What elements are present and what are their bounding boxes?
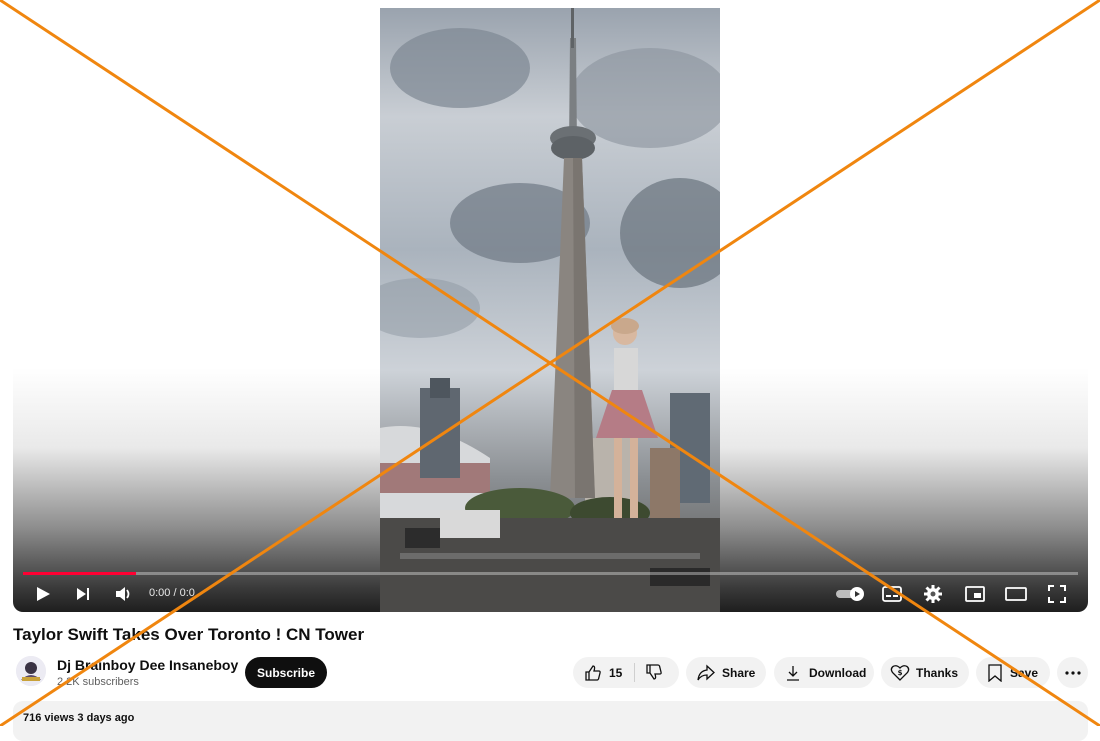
download-label: Download	[809, 665, 867, 680]
thanks-label: Thanks	[916, 665, 959, 680]
settings-icon	[924, 585, 942, 603]
like-dislike-group: 15	[573, 657, 679, 688]
channel-avatar[interactable]	[16, 656, 46, 686]
more-actions-button[interactable]	[1057, 657, 1088, 688]
download-icon	[787, 665, 799, 681]
more-horizontal-icon	[1064, 670, 1081, 675]
save-button[interactable]: Save	[976, 657, 1050, 688]
miniplayer-icon	[965, 586, 985, 602]
volume-button[interactable]	[112, 582, 136, 606]
subtitles-icon	[882, 586, 902, 602]
fullscreen-button[interactable]	[1045, 582, 1069, 606]
avatar-image	[16, 656, 46, 686]
next-button[interactable]	[71, 582, 95, 606]
autoplay-toggle-icon	[836, 587, 864, 601]
time-display: 0:00 / 0:0	[149, 587, 195, 599]
views-and-date: 716 views 3 days ago	[23, 712, 135, 724]
volume-icon	[116, 587, 130, 601]
subtitles-button[interactable]	[880, 582, 904, 606]
share-label: Share	[722, 665, 756, 680]
dislike-button[interactable]	[645, 663, 663, 684]
subscriber-count: 2.2K subscribers	[57, 676, 139, 688]
progress-played	[23, 572, 136, 575]
video-player[interactable]: 0:00 / 0:0	[13, 8, 1088, 612]
video-title: Taylor Swift Takes Over Toronto ! CN Tow…	[13, 625, 365, 644]
channel-name[interactable]: Dj Brainboy Dee Insaneboy	[57, 657, 238, 673]
player-controls: 0:00 / 0:0	[13, 564, 1088, 612]
bookmark-icon	[988, 663, 1002, 682]
share-icon	[697, 664, 715, 680]
theater-mode-button[interactable]	[1004, 582, 1028, 606]
share-button[interactable]: Share	[686, 657, 766, 688]
save-label: Save	[1010, 665, 1039, 680]
miniplayer-button[interactable]	[963, 582, 987, 606]
video-frame[interactable]	[380, 8, 720, 612]
thumbs-up-icon	[585, 664, 601, 681]
play-button[interactable]	[31, 582, 55, 606]
autoplay-toggle[interactable]	[835, 582, 867, 606]
subscribe-button[interactable]: Subscribe	[245, 657, 327, 688]
like-button[interactable]: 15	[573, 657, 622, 688]
download-button[interactable]: Download	[774, 657, 874, 688]
progress-bar[interactable]	[23, 572, 1078, 575]
thanks-button[interactable]: $ Thanks	[881, 657, 969, 688]
play-icon	[37, 587, 50, 601]
thanks-heart-icon: $	[890, 664, 910, 681]
theater-icon	[1005, 587, 1027, 601]
settings-button[interactable]	[921, 582, 945, 606]
video-thumbnail-image	[380, 8, 720, 612]
svg-text:$: $	[898, 669, 903, 677]
fullscreen-icon	[1048, 585, 1066, 603]
description-box[interactable]	[13, 701, 1088, 741]
next-icon	[77, 588, 89, 600]
like-count: 15	[609, 665, 623, 680]
like-divider	[634, 663, 635, 682]
thumbs-down-icon	[646, 664, 662, 680]
